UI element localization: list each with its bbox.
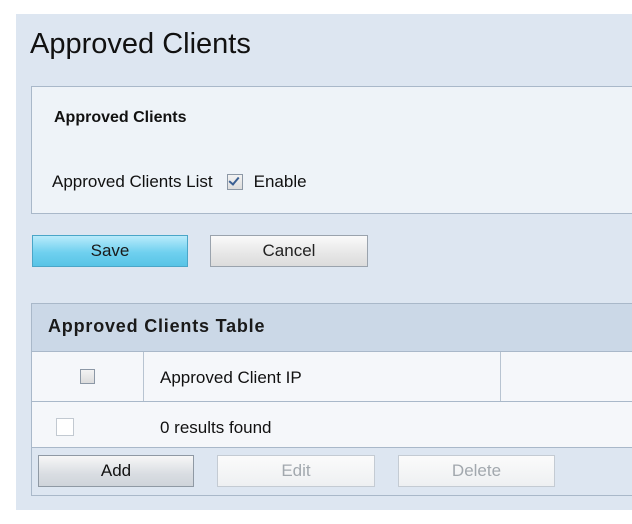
approved-clients-list-label: Approved Clients List	[52, 172, 213, 191]
enable-checkbox[interactable]	[226, 174, 243, 190]
approved-clients-settings-panel: Approved Clients Approved Clients List E…	[31, 86, 632, 214]
table-title: Approved Clients Table	[48, 316, 266, 336]
approved-clients-table: Approved Clients Table Approved Client I…	[31, 303, 632, 496]
table-action-bar: Add Edit Delete	[32, 448, 632, 495]
row-checkbox[interactable]	[56, 418, 74, 436]
delete-button[interactable]: Delete	[398, 455, 555, 487]
section-heading: Approved Clients	[54, 109, 187, 126]
add-button[interactable]: Add	[38, 455, 194, 487]
table-row: 0 results found	[32, 402, 632, 448]
select-all-checkbox[interactable]	[80, 369, 95, 384]
column-header-approved-client-ip[interactable]: Approved Client IP	[160, 368, 302, 388]
approved-clients-list-row: Approved Clients List Enable	[52, 171, 307, 193]
page-title: Approved Clients	[30, 28, 251, 60]
edit-button[interactable]: Edit	[217, 455, 375, 487]
table-header: Approved Clients Table	[32, 304, 632, 352]
table-column-header-row: Approved Client IP	[32, 352, 632, 402]
enable-label: Enable	[253, 172, 307, 191]
save-button[interactable]: Save	[32, 235, 188, 267]
column-divider	[500, 352, 501, 401]
approved-clients-page: Approved Clients Approved Clients Approv…	[16, 14, 632, 510]
column-divider	[143, 352, 144, 401]
cancel-button[interactable]: Cancel	[210, 235, 368, 267]
results-count-text: 0 results found	[160, 418, 272, 437]
